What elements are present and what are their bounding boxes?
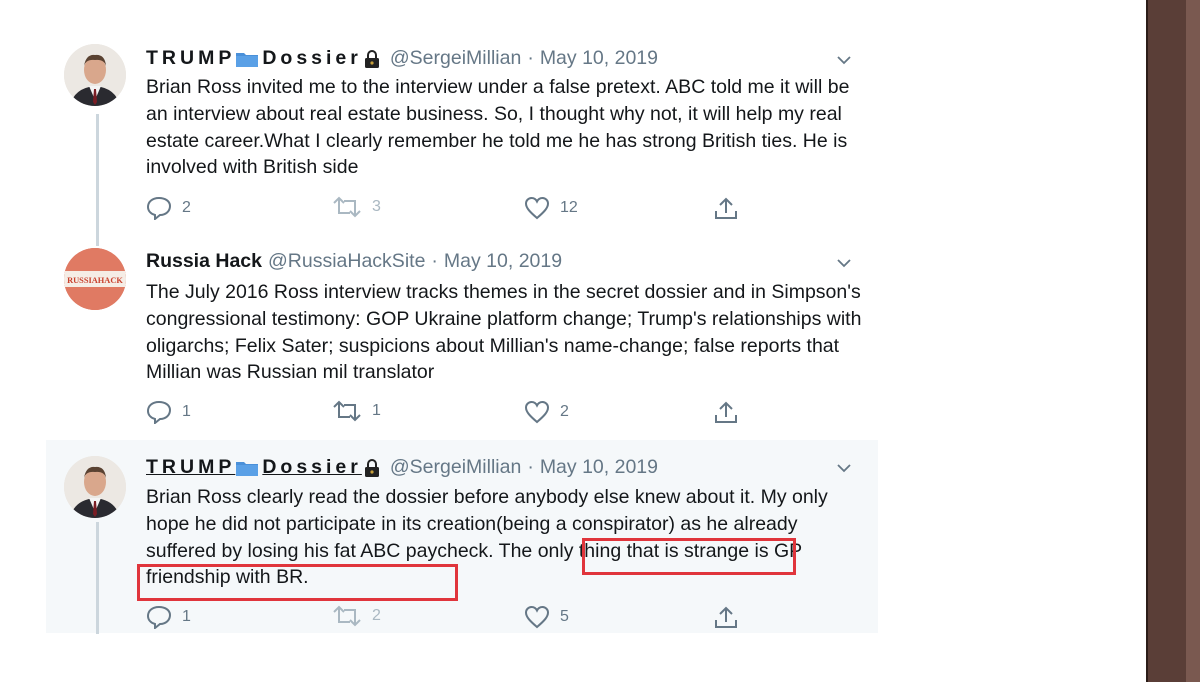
tweet-actions: 1 2 5 bbox=[146, 605, 846, 631]
tweet-1[interactable]: TRUMP Dossier @SergeiMillian · May 10, 2… bbox=[46, 40, 878, 240]
russiahack-logo: RUSSIAHACK bbox=[64, 248, 126, 310]
chevron-down-icon[interactable] bbox=[836, 255, 852, 271]
tweet-date[interactable]: May 10, 2019 bbox=[444, 250, 562, 273]
retweet-button[interactable]: 3 bbox=[332, 196, 381, 218]
reply-count: 1 bbox=[182, 608, 191, 625]
like-count: 2 bbox=[560, 403, 569, 420]
retweet-icon bbox=[333, 196, 361, 218]
author-name[interactable]: Russia Hack bbox=[146, 250, 262, 273]
share-icon bbox=[715, 606, 737, 628]
avatar-photo bbox=[64, 456, 126, 518]
author-handle[interactable]: @SergeiMillian bbox=[390, 456, 521, 479]
reply-count: 1 bbox=[182, 403, 191, 420]
tweet-header: Russia Hack @RussiaHackSite · May 10, 20… bbox=[146, 250, 562, 273]
retweet-count: 1 bbox=[372, 402, 381, 419]
heart-icon bbox=[524, 400, 550, 424]
author-name-prefix[interactable]: TRUMP bbox=[146, 47, 235, 70]
folder-icon bbox=[236, 461, 259, 476]
tweet-header: TRUMP Dossier @SergeiMillian · May 10, 2… bbox=[146, 456, 658, 479]
red-highlight-box-1 bbox=[582, 538, 796, 575]
reply-icon bbox=[146, 605, 172, 629]
like-button[interactable]: 5 bbox=[524, 605, 569, 629]
retweet-icon bbox=[333, 400, 361, 422]
right-border-edge bbox=[1186, 0, 1200, 682]
retweet-button[interactable]: 1 bbox=[332, 400, 381, 422]
reply-count: 2 bbox=[182, 199, 191, 216]
separator-dot: · bbox=[431, 250, 438, 272]
share-button[interactable] bbox=[714, 400, 748, 424]
tweet-text: The July 2016 Ross interview tracks them… bbox=[146, 281, 862, 384]
tweet-2[interactable]: RUSSIAHACK Russia Hack @RussiaHackSite ·… bbox=[46, 246, 878, 436]
avatar-logo-text: RUSSIAHACK bbox=[67, 276, 123, 285]
like-button[interactable]: 12 bbox=[524, 196, 578, 220]
author-name-suffix[interactable]: Dossier bbox=[262, 47, 362, 70]
separator-dot: · bbox=[527, 47, 534, 69]
share-button[interactable] bbox=[714, 196, 748, 220]
reply-button[interactable]: 1 bbox=[146, 400, 191, 424]
tweet-date[interactable]: May 10, 2019 bbox=[540, 47, 658, 70]
author-name-prefix[interactable]: TRUMP bbox=[146, 456, 235, 479]
author-name-suffix[interactable]: Dossier bbox=[262, 456, 362, 479]
heart-icon bbox=[524, 196, 550, 220]
tweet-date[interactable]: May 10, 2019 bbox=[540, 456, 658, 479]
retweet-button[interactable]: 2 bbox=[332, 605, 381, 627]
red-highlight-box-2 bbox=[137, 564, 458, 601]
avatar[interactable] bbox=[64, 456, 126, 518]
lock-icon bbox=[364, 458, 379, 477]
tweet-actions: 2 3 12 bbox=[146, 196, 846, 222]
retweet-count: 2 bbox=[372, 607, 381, 624]
avatar-photo bbox=[64, 44, 126, 106]
tweet-text: Brian Ross invited me to the interview u… bbox=[146, 76, 850, 179]
avatar[interactable]: RUSSIAHACK bbox=[64, 248, 126, 310]
reply-button[interactable]: 1 bbox=[146, 605, 191, 629]
reply-icon bbox=[146, 400, 172, 424]
folder-icon bbox=[236, 52, 259, 67]
like-count: 5 bbox=[560, 608, 569, 625]
retweet-count: 3 bbox=[372, 198, 381, 215]
tweet-actions: 1 1 2 bbox=[146, 400, 846, 426]
reply-icon bbox=[146, 196, 172, 220]
share-icon bbox=[715, 197, 737, 219]
chevron-down-icon[interactable] bbox=[836, 52, 852, 68]
author-handle[interactable]: @SergeiMillian bbox=[390, 47, 521, 70]
retweet-icon bbox=[333, 605, 361, 627]
chevron-down-icon[interactable] bbox=[836, 460, 852, 476]
tweet-header: TRUMP Dossier @SergeiMillian · May 10, 2… bbox=[146, 47, 658, 70]
like-count: 12 bbox=[560, 199, 578, 216]
share-button[interactable] bbox=[714, 605, 748, 629]
like-button[interactable]: 2 bbox=[524, 400, 569, 424]
share-icon bbox=[715, 401, 737, 423]
lock-icon bbox=[364, 49, 379, 68]
heart-icon bbox=[524, 605, 550, 629]
avatar[interactable] bbox=[64, 44, 126, 106]
author-handle[interactable]: @RussiaHackSite bbox=[268, 250, 425, 273]
reply-button[interactable]: 2 bbox=[146, 196, 191, 220]
separator-dot: · bbox=[527, 456, 534, 478]
